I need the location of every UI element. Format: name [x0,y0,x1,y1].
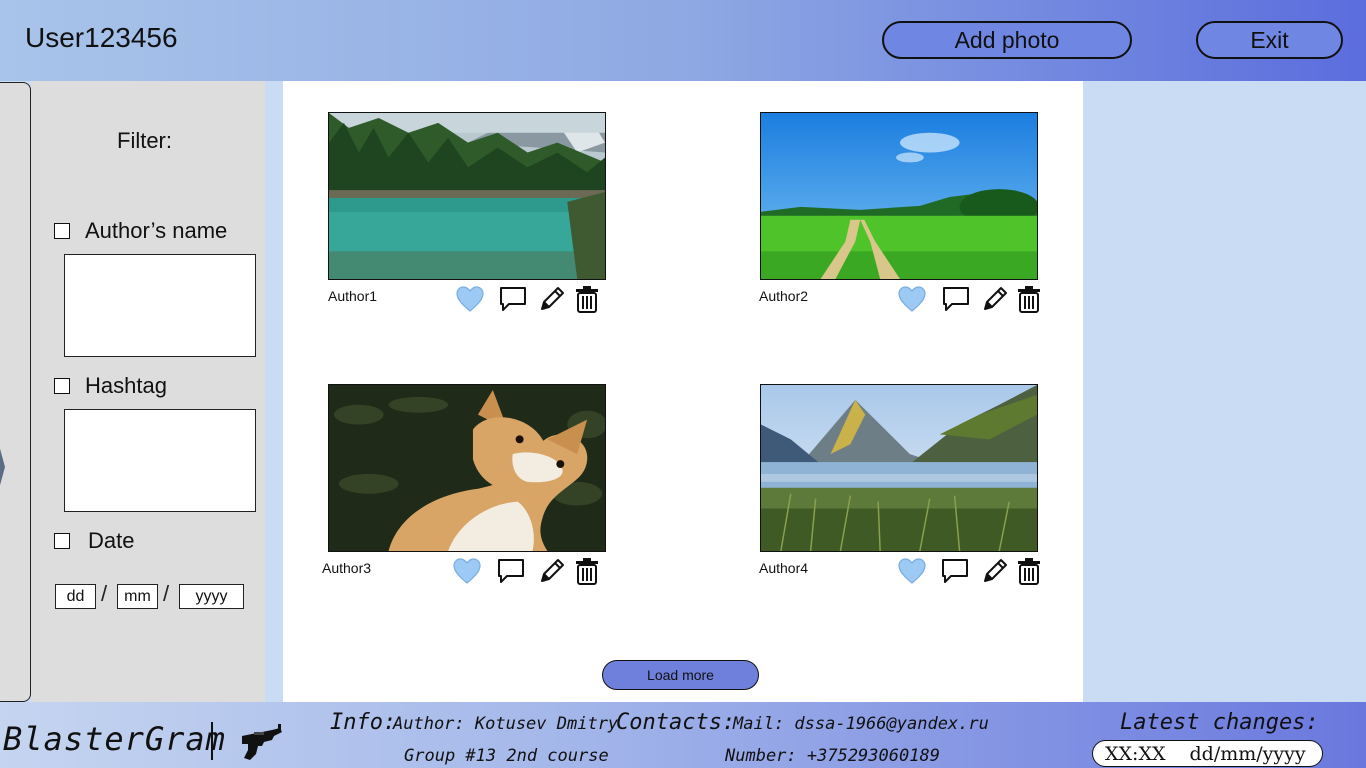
footer: BlasterGram Info: Author: Kotusev Dmitry… [0,702,1366,768]
filter-panel: Filter: Author’s name Hashtag Date dd / … [31,81,265,702]
photo-feed: Author1 Author2 Author3 Author4 Load mor… [283,81,1083,702]
mail-contact[interactable]: Mail: dssa-1966@yandex.ru [733,714,989,734]
filter-date-row: Date [54,528,134,554]
trash-icon[interactable] [1014,284,1044,314]
heart-icon[interactable] [455,284,485,314]
author-checkbox[interactable] [54,223,70,239]
exit-button[interactable]: Exit [1196,21,1343,59]
post-card: Author1 [328,112,618,322]
heart-icon[interactable] [897,284,927,314]
trash-icon[interactable] [1014,556,1044,586]
pencil-icon[interactable] [980,284,1010,314]
latest-changes-label: Latest changes: [1120,710,1319,735]
latest-time: XX:XX [1105,742,1166,765]
heart-icon[interactable] [452,556,482,586]
comment-icon[interactable] [941,284,971,314]
add-photo-button[interactable]: Add photo [882,21,1132,59]
comment-icon[interactable] [496,556,526,586]
header: User123456 Add photo Exit [0,0,1366,81]
post-photo[interactable] [328,112,606,280]
pencil-icon[interactable] [537,556,567,586]
date-separator: / [101,581,108,606]
comment-icon[interactable] [940,556,970,586]
brand-name: BlasterGram [3,720,226,758]
month-input[interactable]: mm [117,584,158,609]
date-separator: / [163,581,170,606]
author-info: Author: Kotusev Dmitry [393,714,619,734]
post-card: Author4 [759,384,1050,594]
date-label: Date [88,528,135,553]
arrow-right-icon [0,379,5,555]
sidebar-toggle[interactable] [0,82,31,702]
filter-author-row: Author’s name [54,218,227,244]
load-more-button[interactable]: Load more [602,660,759,690]
post-photo[interactable] [328,384,606,552]
info-label: Info: [330,710,397,735]
day-input[interactable]: dd [55,584,96,609]
post-author[interactable]: Author3 [322,560,371,576]
pencil-icon[interactable] [537,284,567,314]
group-info: Group #13 2nd course [404,746,609,766]
phone-contact: Number: +375293060189 [725,746,940,766]
hashtag-input[interactable] [64,409,256,512]
trash-icon[interactable] [572,284,602,314]
post-author[interactable]: Author2 [759,288,808,304]
author-label: Author’s name [85,218,228,243]
trash-icon[interactable] [572,556,602,586]
latest-changes-value: XX:XX dd/mm/yyyy [1092,740,1323,767]
username: User123456 [25,22,178,53]
hashtag-checkbox[interactable] [54,378,70,394]
heart-icon[interactable] [897,556,927,586]
year-input[interactable]: yyyy [179,584,244,609]
brand-divider [211,722,213,760]
author-input[interactable] [64,254,256,357]
post-photo[interactable] [760,384,1038,552]
hashtag-label: Hashtag [85,373,167,398]
comment-icon[interactable] [498,284,528,314]
post-author[interactable]: Author1 [328,288,377,304]
blaster-icon [236,722,286,764]
filter-title: Filter: [117,128,172,153]
contacts-label: Contacts: [616,710,736,735]
filter-hashtag-row: Hashtag [54,373,167,399]
date-checkbox[interactable] [54,533,70,549]
latest-date: dd/mm/yyyy [1189,742,1306,765]
pencil-icon[interactable] [980,556,1010,586]
post-photo[interactable] [760,112,1038,280]
post-card: Author3 [322,384,618,594]
post-card: Author2 [759,112,1050,322]
post-author[interactable]: Author4 [759,560,808,576]
